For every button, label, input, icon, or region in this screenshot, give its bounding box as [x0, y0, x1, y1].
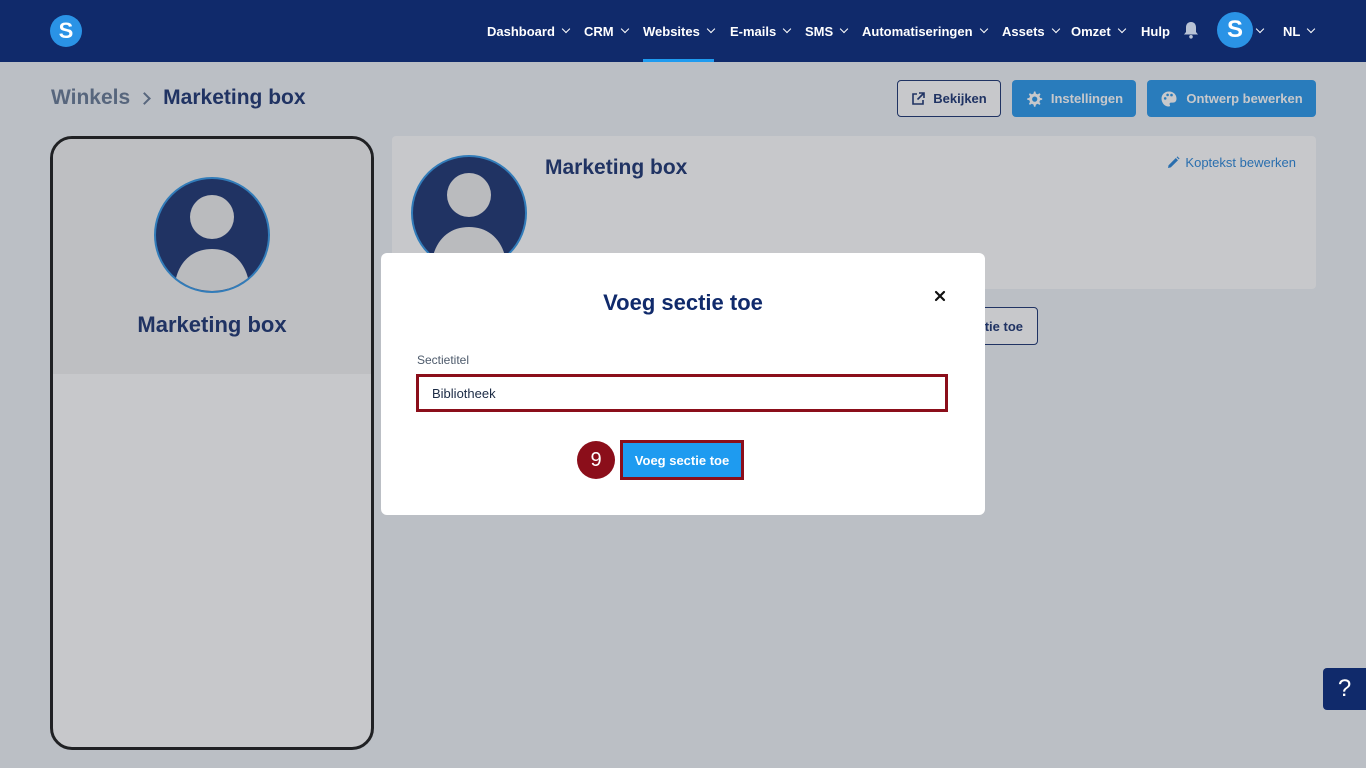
nav-websites-label: Websites	[643, 23, 700, 39]
chevron-down-icon	[706, 24, 716, 34]
nav-automatiseringen-label: Automatiseringen	[862, 23, 973, 39]
language-label: NL	[1283, 23, 1301, 39]
step-number-badge: 9	[577, 441, 615, 479]
language-selector[interactable]: NL	[1283, 0, 1316, 62]
avatar-menu-toggle[interactable]	[1255, 0, 1265, 62]
close-icon[interactable]	[932, 288, 948, 304]
nav-crm[interactable]: CRM	[584, 0, 629, 62]
nav-assets[interactable]: Assets	[1002, 0, 1060, 62]
section-title-input[interactable]	[416, 374, 948, 412]
nav-hulp-label: Hulp	[1141, 23, 1170, 39]
chevron-down-icon	[839, 24, 849, 34]
help-button-label: ?	[1337, 675, 1352, 702]
nav-hulp[interactable]: Hulp	[1141, 0, 1170, 62]
app-logo[interactable]: S	[50, 15, 82, 47]
nav-omzet[interactable]: Omzet	[1071, 0, 1126, 62]
chevron-down-icon	[1117, 24, 1126, 34]
chevron-down-icon	[1051, 24, 1060, 34]
nav-dashboard-label: Dashboard	[487, 23, 555, 39]
dialog-title: Voeg sectie toe	[603, 290, 763, 315]
chevron-down-icon	[1255, 24, 1265, 34]
chevron-down-icon	[783, 24, 792, 34]
chevron-down-icon	[561, 24, 571, 34]
nav-sms-label: SMS	[805, 23, 834, 39]
nav-websites[interactable]: Websites	[643, 0, 716, 62]
top-navigation-bar: S Dashboard CRM Websites E-mails SMS Aut…	[0, 0, 1366, 62]
add-section-submit-button[interactable]: Voeg sectie toe	[623, 443, 741, 477]
help-button[interactable]: ?	[1323, 668, 1366, 710]
submit-highlight: Voeg sectie toe	[620, 440, 744, 480]
nav-automatiseringen[interactable]: Automatiseringen	[862, 0, 988, 62]
chevron-down-icon	[620, 24, 629, 34]
bell-icon[interactable]	[1183, 21, 1199, 39]
nav-emails-label: E-mails	[730, 23, 777, 39]
user-avatar[interactable]: S	[1217, 12, 1253, 48]
section-title-label: Sectietitel	[417, 353, 470, 367]
nav-crm-label: CRM	[584, 23, 614, 39]
nav-sms[interactable]: SMS	[805, 0, 849, 62]
chevron-down-icon	[979, 24, 988, 34]
nav-emails[interactable]: E-mails	[730, 0, 792, 62]
chevron-down-icon	[1307, 24, 1316, 34]
nav-omzet-label: Omzet	[1071, 23, 1111, 39]
nav-dashboard[interactable]: Dashboard	[487, 0, 571, 62]
nav-assets-label: Assets	[1002, 23, 1045, 39]
